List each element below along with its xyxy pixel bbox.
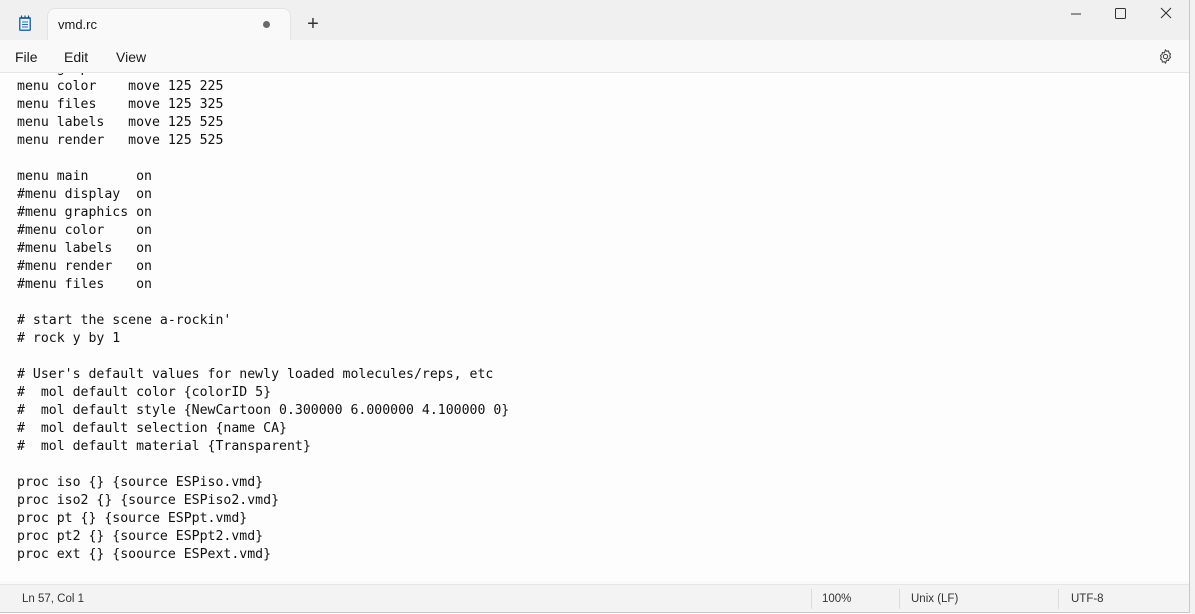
editor-line[interactable]: #menu render on [17,259,152,274]
unsaved-changes-dot-icon[interactable] [263,21,270,28]
maximize-button[interactable] [1098,0,1144,28]
line-ending[interactable]: Unix (LF) [911,593,958,605]
editor-line[interactable]: menu files move 125 325 [17,97,223,112]
editor-line[interactable]: #menu graphics on [17,205,152,220]
editor-line[interactable]: # mol default style {NewCartoon 0.300000… [17,403,509,418]
editor-line[interactable]: proc pt {} {source ESPpt.vmd} [17,511,247,526]
editor-text[interactable]: menu graphics move 125 125 menu color mo… [17,73,509,564]
notepad-window: vmd.rc + File Edit View menu graphics mo… [0,0,1190,613]
editor-line[interactable]: #menu files on [17,277,152,292]
tab-vmd-rc[interactable]: vmd.rc [48,9,290,40]
editor-line[interactable]: menu graphics move 125 125 [17,73,223,76]
cursor-position[interactable]: Ln 57, Col 1 [22,593,84,605]
settings-gear-icon[interactable] [1157,48,1174,65]
editor-line[interactable]: menu render move 125 525 [17,133,223,148]
menu-bar: File Edit View [0,40,1189,73]
background-window-edge [1190,0,1195,614]
title-bar[interactable]: vmd.rc + [0,0,1189,40]
zoom-level[interactable]: 100% [822,593,851,605]
new-tab-button[interactable]: + [302,13,324,35]
editor-line[interactable]: proc iso {} {source ESPiso.vmd} [17,475,263,490]
editor-line[interactable]: # mol default selection {name CA} [17,421,287,436]
editor-line[interactable]: proc pt2 {} {source ESPpt2.vmd} [17,529,263,544]
menu-view[interactable]: View [116,49,146,65]
status-divider [899,589,900,609]
editor-line[interactable]: #menu color on [17,223,152,238]
editor-line[interactable]: proc iso2 {} {source ESPiso2.vmd} [17,493,279,508]
editor-line[interactable]: proc ext {} {soource ESPext.vmd} [17,547,271,562]
editor-line[interactable]: # mol default color {colorID 5} [17,385,271,400]
status-divider [811,589,812,609]
editor-line[interactable]: #menu display on [17,187,152,202]
close-button[interactable] [1143,0,1189,28]
editor-line[interactable]: menu color move 125 225 [17,79,223,94]
editor-line[interactable]: menu labels move 125 525 [17,115,223,130]
editor-line[interactable]: # rock y by 1 [17,331,120,346]
text-editor[interactable]: menu graphics move 125 125 menu color mo… [0,73,1189,581]
editor-line[interactable]: menu main on [17,169,152,184]
editor-line[interactable]: #menu labels on [17,241,152,256]
notepad-app-icon [19,15,31,31]
minimize-button[interactable] [1053,0,1099,28]
menu-file[interactable]: File [15,49,38,65]
editor-line[interactable]: # mol default material {Transparent} [17,439,311,454]
editor-line[interactable]: # start the scene a-rockin' [17,313,231,328]
status-divider [1058,589,1059,609]
tab-title: vmd.rc [58,17,97,32]
encoding[interactable]: UTF-8 [1071,593,1104,605]
editor-line[interactable]: # User's default values for newly loaded… [17,367,493,382]
menu-edit[interactable]: Edit [64,49,88,65]
status-bar: Ln 57, Col 1 100% Unix (LF) UTF-8 [0,584,1189,612]
